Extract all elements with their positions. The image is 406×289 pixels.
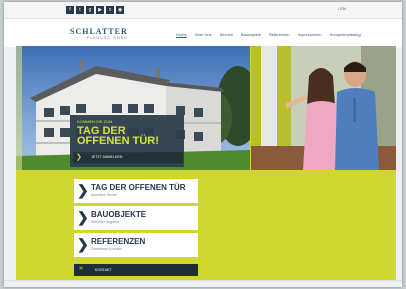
- youtube-icon[interactable]: ▶: [96, 6, 104, 14]
- logo[interactable]: SCHLATTER PLANUNG GMBH: [70, 27, 128, 41]
- card-bauobjekte[interactable]: ❯ BAUOBJEKTE Aktueller Angebot: [74, 206, 198, 230]
- card-subtitle: Zufriedene Kunden: [91, 247, 122, 251]
- chevron-right-icon: ❯: [77, 209, 89, 225]
- nav-item-referenzen[interactable]: Referenzen: [269, 32, 290, 38]
- facebook-icon[interactable]: f: [66, 6, 74, 14]
- logo-name: SCHLATTER: [70, 27, 128, 36]
- chevron-right-icon: ❯: [76, 154, 82, 161]
- xing-icon[interactable]: x: [106, 6, 114, 14]
- card-subtitle: Aktuelles Termin: [91, 193, 118, 197]
- chevron-right-icon: ❯: [77, 182, 89, 198]
- nav-item-ueber-uns[interactable]: Über Uns: [195, 32, 212, 38]
- hero-slider: KOMMEN SIE ZUM TAG DER OFFENEN TÜR! ❯ JE…: [16, 46, 396, 170]
- rss-icon[interactable]: ◉: [116, 6, 124, 14]
- chevron-right-icon: ❯: [77, 236, 89, 252]
- nav-item-impressionen[interactable]: Impressionen: [298, 32, 322, 38]
- banner-title-line2: OFFENEN TÜR!: [77, 135, 159, 147]
- card-subtitle: Aktueller Angebot: [91, 220, 120, 224]
- banner-kicker: KOMMEN SIE ZUM: [77, 119, 113, 124]
- card-title: BAUOBJEKTE: [91, 210, 147, 219]
- main-header: SCHLATTER PLANUNG GMBH Home Über Uns Ser…: [4, 19, 402, 47]
- social-icons: f t g ▶ x ◉: [66, 6, 124, 14]
- nav-item-service[interactable]: Service: [220, 32, 233, 38]
- top-strip: f t g ▶ x ◉ / EN: [4, 2, 402, 19]
- hero-banner: KOMMEN SIE ZUM TAG DER OFFENEN TÜR! ❯ JE…: [70, 115, 184, 167]
- nav-item-home[interactable]: Home: [176, 32, 187, 38]
- language-switch[interactable]: / EN: [338, 6, 346, 11]
- logo-tagline: PLANUNG GMBH: [86, 36, 128, 40]
- teaser-section: ❯ TAG DER OFFENEN TÜR Aktuelles Termin ❯…: [16, 170, 396, 280]
- banner-link-button[interactable]: ❯ JETZT ANMELDEN: [73, 152, 183, 163]
- nav-item-kompetenzdialog[interactable]: Kompetenzdialog: [330, 32, 361, 38]
- footer: [4, 280, 402, 287]
- browser-page: f t g ▶ x ◉ / EN SCHLATTER PLANUNG GMBH …: [4, 2, 402, 287]
- contact-button[interactable]: » KONTAKT: [74, 264, 198, 276]
- double-chevron-icon: »: [79, 265, 83, 272]
- contact-label: KONTAKT: [95, 268, 112, 272]
- couple-photo: [251, 46, 396, 170]
- card-referenzen[interactable]: ❯ REFERENZEN Zufriedene Kunden: [74, 233, 198, 257]
- banner-link-label: JETZT ANMELDEN: [91, 155, 123, 159]
- card-title: REFERENZEN: [91, 237, 146, 246]
- twitter-icon[interactable]: t: [76, 6, 84, 14]
- card-tag-der-offenen-tuer[interactable]: ❯ TAG DER OFFENEN TÜR Aktuelles Termin: [74, 179, 198, 203]
- main-nav: Home Über Uns Service Bauobjekte Referen…: [176, 32, 361, 38]
- google-plus-icon[interactable]: g: [86, 6, 94, 14]
- nav-item-bauobjekte[interactable]: Bauobjekte: [241, 32, 261, 38]
- card-title: TAG DER OFFENEN TÜR: [91, 183, 186, 192]
